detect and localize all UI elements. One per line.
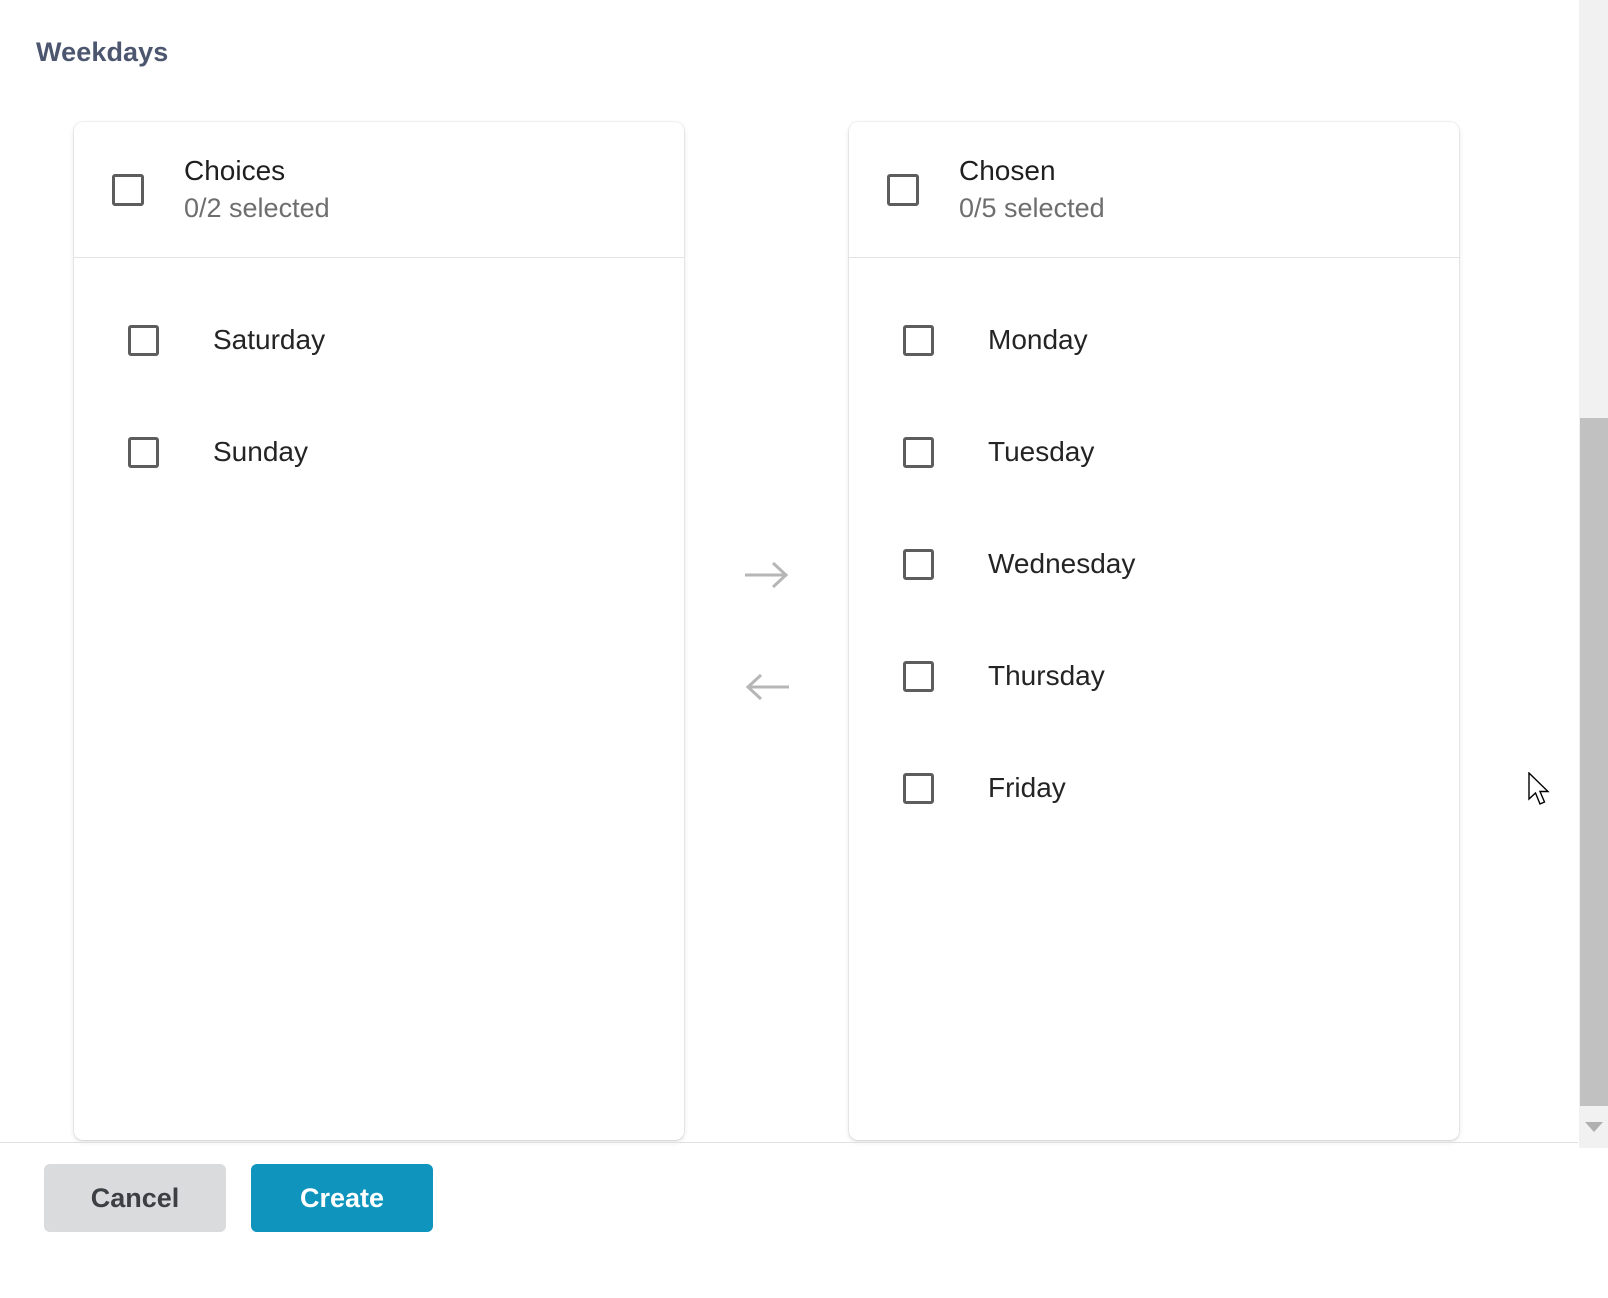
arrow-left-icon (741, 669, 793, 705)
chosen-item-checkbox-wrap-2[interactable] (849, 548, 988, 580)
create-button[interactable]: Create (251, 1164, 433, 1232)
list-item-label: Wednesday (988, 548, 1136, 580)
move-to-chosen-button[interactable] (731, 549, 803, 601)
checkbox-icon[interactable] (112, 173, 144, 206)
checkbox-icon[interactable] (128, 324, 159, 356)
checkbox-icon[interactable] (903, 772, 934, 804)
choices-header-text: Choices 0/2 selected (182, 154, 330, 225)
list-item[interactable]: Sunday (74, 396, 684, 508)
chosen-selected-count: 0/5 selected (959, 193, 1105, 224)
cancel-button[interactable]: Cancel (44, 1164, 226, 1232)
chosen-panel: Chosen 0/5 selected Monday Tuesday Wedne… (849, 122, 1459, 1140)
choices-item-checkbox-wrap-1[interactable] (74, 436, 213, 468)
chosen-item-checkbox-wrap-0[interactable] (849, 324, 988, 356)
choices-list: Saturday Sunday (74, 258, 684, 508)
move-to-choices-button[interactable] (731, 661, 803, 713)
chosen-list: Monday Tuesday Wednesday Thursday Friday (849, 258, 1459, 844)
chosen-panel-header: Chosen 0/5 selected (849, 122, 1459, 258)
footer-divider (0, 1142, 1578, 1143)
choices-item-checkbox-wrap-0[interactable] (74, 324, 213, 356)
checkbox-icon[interactable] (128, 436, 159, 468)
chosen-title: Chosen (959, 154, 1056, 186)
dialog-actions: Cancel Create (44, 1164, 433, 1232)
dual-list-selector: Choices 0/2 selected Saturday Sunday Cho… (0, 0, 1578, 1142)
choices-select-all-wrap[interactable] (74, 173, 182, 206)
choices-panel-header: Choices 0/2 selected (74, 122, 684, 258)
list-item-label: Tuesday (988, 436, 1095, 468)
list-item-label: Monday (988, 324, 1088, 356)
list-item[interactable]: Friday (849, 732, 1459, 844)
list-item-label: Thursday (988, 660, 1105, 692)
checkbox-icon[interactable] (903, 436, 934, 468)
list-item-label: Sunday (213, 436, 308, 468)
list-item-label: Friday (988, 772, 1066, 804)
choices-selected-count: 0/2 selected (184, 193, 330, 224)
chosen-header-text: Chosen 0/5 selected (957, 154, 1105, 225)
arrow-right-icon (741, 557, 793, 593)
list-item[interactable]: Tuesday (849, 396, 1459, 508)
transfer-controls (684, 122, 849, 1140)
screen-root: Weekdays Choices 0/2 selected Saturday S… (0, 0, 1608, 1298)
chosen-item-checkbox-wrap-1[interactable] (849, 436, 988, 468)
list-item[interactable]: Wednesday (849, 508, 1459, 620)
chosen-item-checkbox-wrap-3[interactable] (849, 660, 988, 692)
scrollbar-down-button[interactable] (1579, 1112, 1608, 1142)
list-item[interactable]: Saturday (74, 284, 684, 396)
chevron-down-icon (1585, 1122, 1603, 1132)
checkbox-icon[interactable] (903, 324, 934, 356)
checkbox-icon[interactable] (887, 173, 919, 206)
scrollbar-thumb[interactable] (1580, 418, 1608, 1106)
checkbox-icon[interactable] (903, 660, 934, 692)
chosen-select-all-wrap[interactable] (849, 173, 957, 206)
list-item-label: Saturday (213, 324, 326, 356)
checkbox-icon[interactable] (903, 548, 934, 580)
choices-title: Choices (184, 154, 286, 186)
choices-panel: Choices 0/2 selected Saturday Sunday (74, 122, 684, 1140)
chosen-item-checkbox-wrap-4[interactable] (849, 772, 988, 804)
list-item[interactable]: Monday (849, 284, 1459, 396)
vertical-scrollbar[interactable] (1578, 0, 1608, 1148)
list-item[interactable]: Thursday (849, 620, 1459, 732)
